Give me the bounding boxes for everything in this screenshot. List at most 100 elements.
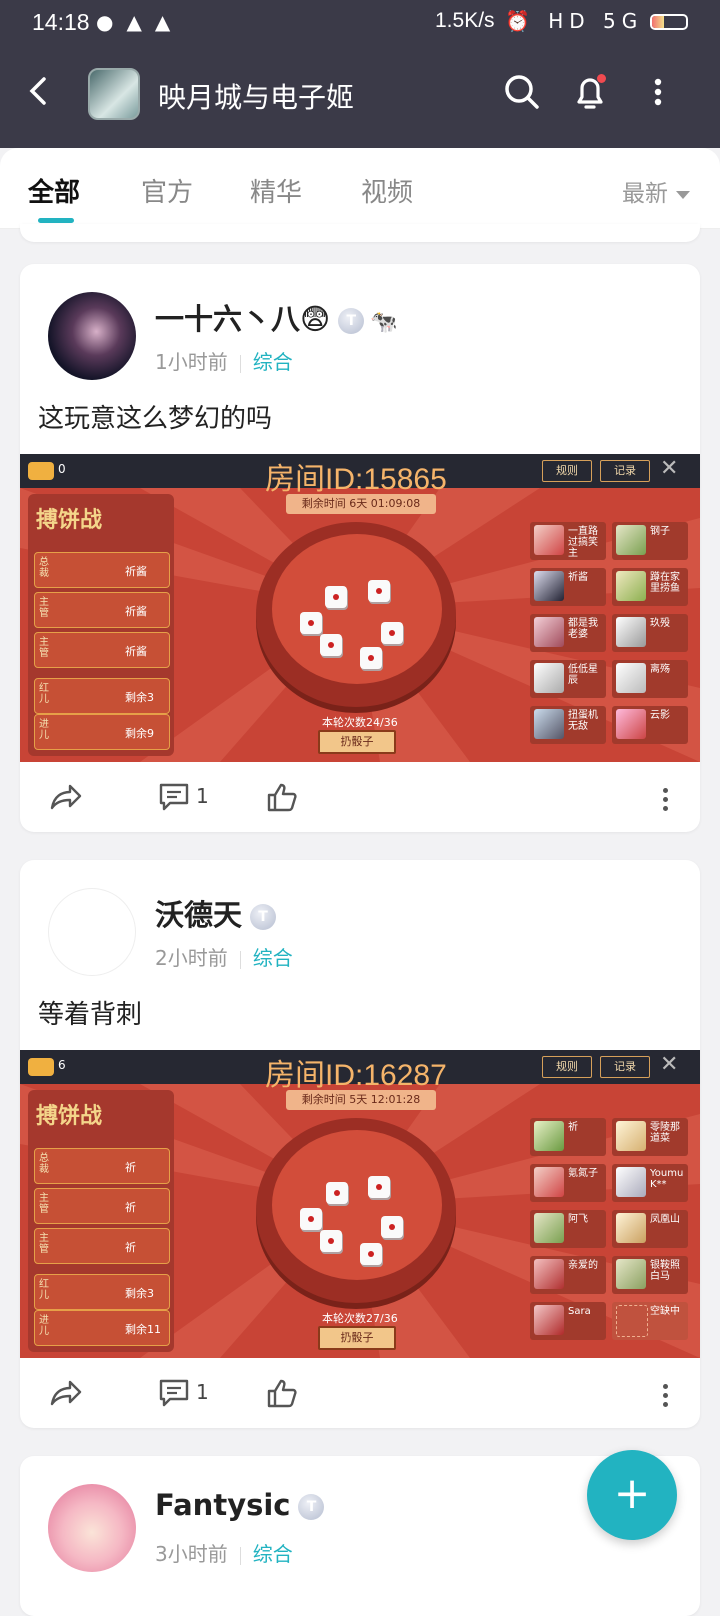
player-card: 钢子 — [612, 522, 688, 560]
prize-label: 进儿 — [39, 1315, 49, 1337]
post-card[interactable]: 一十六丶八😨 T 🐄 1小时前 综合 这玩意这么梦幻的吗 0 房间ID:15865 规… — [20, 264, 700, 832]
tab-video[interactable]: 视频 — [361, 172, 413, 209]
sort-label: 最新 — [622, 181, 668, 207]
player-card: 亲爱的 — [530, 1256, 606, 1294]
avatar[interactable] — [48, 292, 136, 380]
level-badge: T — [298, 1494, 325, 1520]
player-card: Sara — [530, 1302, 606, 1340]
prize-text: 剩余9 — [125, 727, 154, 740]
dice-bowl-inner — [272, 534, 442, 684]
player-name: Youmu K** — [650, 1168, 684, 1190]
die — [360, 647, 382, 669]
prize-text: 剩余3 — [125, 691, 154, 704]
prize-row: 主管 祈酱 — [34, 592, 170, 628]
prize-label: 主管 — [39, 597, 49, 619]
die — [360, 1243, 382, 1265]
die — [300, 1208, 322, 1230]
like-icon[interactable] — [266, 1378, 298, 1413]
prize-text: 祈酱 — [125, 645, 147, 658]
die — [320, 1230, 342, 1252]
username-text: 一十六丶八😨 — [155, 302, 331, 336]
level-badge: T — [250, 904, 277, 930]
comment-icon — [159, 783, 189, 811]
coin-icon — [28, 1058, 54, 1076]
back-icon[interactable] — [26, 76, 52, 105]
username[interactable]: 一十六丶八😨 T 🐄 — [155, 296, 398, 338]
player-name: Sara — [568, 1306, 591, 1317]
player-card: 零陵那道菜 — [612, 1118, 688, 1156]
comment-button[interactable]: 1 — [158, 1378, 209, 1408]
close-icon: ✕ — [660, 456, 679, 481]
player-name: 祈 — [568, 1122, 578, 1133]
player-name: 云影 — [650, 710, 670, 721]
like-icon[interactable] — [266, 782, 298, 817]
post-category[interactable]: 综合 — [253, 946, 293, 970]
player-name: 阿飞 — [568, 1214, 588, 1225]
post-time: 3小时前 — [155, 1542, 228, 1566]
prize-text: 祈酱 — [125, 605, 147, 618]
timer: 剩余时间 5天 12:01:28 — [286, 1090, 436, 1110]
coin-icon — [28, 462, 54, 480]
net-speed: 1.5K/s — [435, 9, 495, 32]
comment-button[interactable]: 1 — [158, 782, 209, 812]
avatar[interactable] — [48, 888, 136, 976]
post-meta: 3小时前 综合 — [155, 1538, 293, 1567]
sort-dropdown[interactable]: 最新 — [622, 174, 690, 208]
prize-row: 主管 祈 — [34, 1188, 170, 1224]
level-badge: T — [338, 308, 365, 334]
prize-label: 红儿 — [39, 683, 49, 705]
share-icon[interactable] — [48, 782, 82, 817]
post-image[interactable]: 0 房间ID:15865 规则 记录 ✕ 搏饼战 总裁 祈酱 主管 祈酱 主管 祈酱 … — [20, 454, 700, 762]
prize-label: 进儿 — [39, 719, 49, 741]
timer: 剩余时间 6天 01:09:08 — [286, 494, 436, 514]
app-header: 映月城与电子姬 — [0, 44, 720, 148]
player-card: 阿飞 — [530, 1210, 606, 1248]
tab-official[interactable]: 官方 — [141, 172, 193, 209]
roll-dice-button: 扔骰子 — [318, 1326, 396, 1350]
player-name: 凤凰山 — [650, 1214, 680, 1225]
more-options-icon[interactable] — [640, 72, 680, 112]
post-more-icon[interactable] — [663, 1384, 668, 1407]
die — [368, 580, 390, 602]
player-card: 祈酱 — [530, 568, 606, 606]
post-category[interactable]: 综合 — [253, 1542, 293, 1566]
status-bar: 14:18 ● ▲ ▲ 1.5K/s ⏰ HD 5G — [0, 0, 720, 44]
die — [381, 622, 403, 644]
notification-icons: ● ▲ ▲ — [96, 10, 176, 35]
game-topbar: 0 房间ID:15865 规则 记录 ✕ — [20, 454, 700, 496]
room-id: 房间ID:15865 — [265, 463, 447, 496]
player-name: 低低星辰 — [568, 664, 598, 686]
prize-text: 祈 — [125, 1161, 136, 1174]
caret-down-icon — [676, 190, 690, 199]
search-icon[interactable] — [502, 72, 542, 112]
post-more-icon[interactable] — [663, 788, 668, 811]
prize-row: 红儿 剩余3 — [34, 678, 170, 714]
bell-icon[interactable] — [570, 72, 610, 112]
player-name: 玖殁 — [650, 618, 670, 629]
status-time: 14:18 — [32, 9, 90, 35]
post-time: 1小时前 — [155, 350, 228, 374]
username[interactable]: Fantysic T — [155, 1488, 325, 1522]
share-icon[interactable] — [48, 1378, 82, 1413]
player-card: Youmu K** — [612, 1164, 688, 1202]
comment-icon — [159, 1379, 189, 1407]
post-card[interactable]: 沃德天 T 2小时前 综合 等着背刺 6 房间ID:16287 规则 记录 ✕ 搏饼… — [20, 860, 700, 1428]
post-image[interactable]: 6 房间ID:16287 规则 记录 ✕ 搏饼战 总裁祈 主管祈 主管祈 红儿剩… — [20, 1050, 700, 1358]
prize-label: 主管 — [39, 637, 49, 659]
round-count: 本轮次数24/36 — [322, 716, 398, 729]
prize-label: 主管 — [39, 1193, 49, 1215]
prize-row: 红儿 剩余3 — [34, 1274, 170, 1310]
post-actions: 1 — [20, 1358, 700, 1428]
tab-featured[interactable]: 精华 — [250, 172, 302, 209]
player-card: 扭蛋机无敌 — [530, 706, 606, 744]
die — [368, 1176, 390, 1198]
battery-icon — [650, 14, 688, 30]
post-category[interactable]: 综合 — [253, 350, 293, 374]
prize-text: 祈 — [125, 1241, 136, 1254]
avatar[interactable] — [48, 1484, 136, 1572]
community-avatar[interactable] — [88, 68, 140, 120]
tab-all[interactable]: 全部 — [28, 172, 80, 209]
new-post-button[interactable]: + — [587, 1450, 677, 1540]
username[interactable]: 沃德天 T — [155, 892, 277, 934]
prize-panel: 搏饼战 总裁 祈酱 主管 祈酱 主管 祈酱 红儿 剩余3 进儿 剩余9 — [28, 494, 174, 756]
